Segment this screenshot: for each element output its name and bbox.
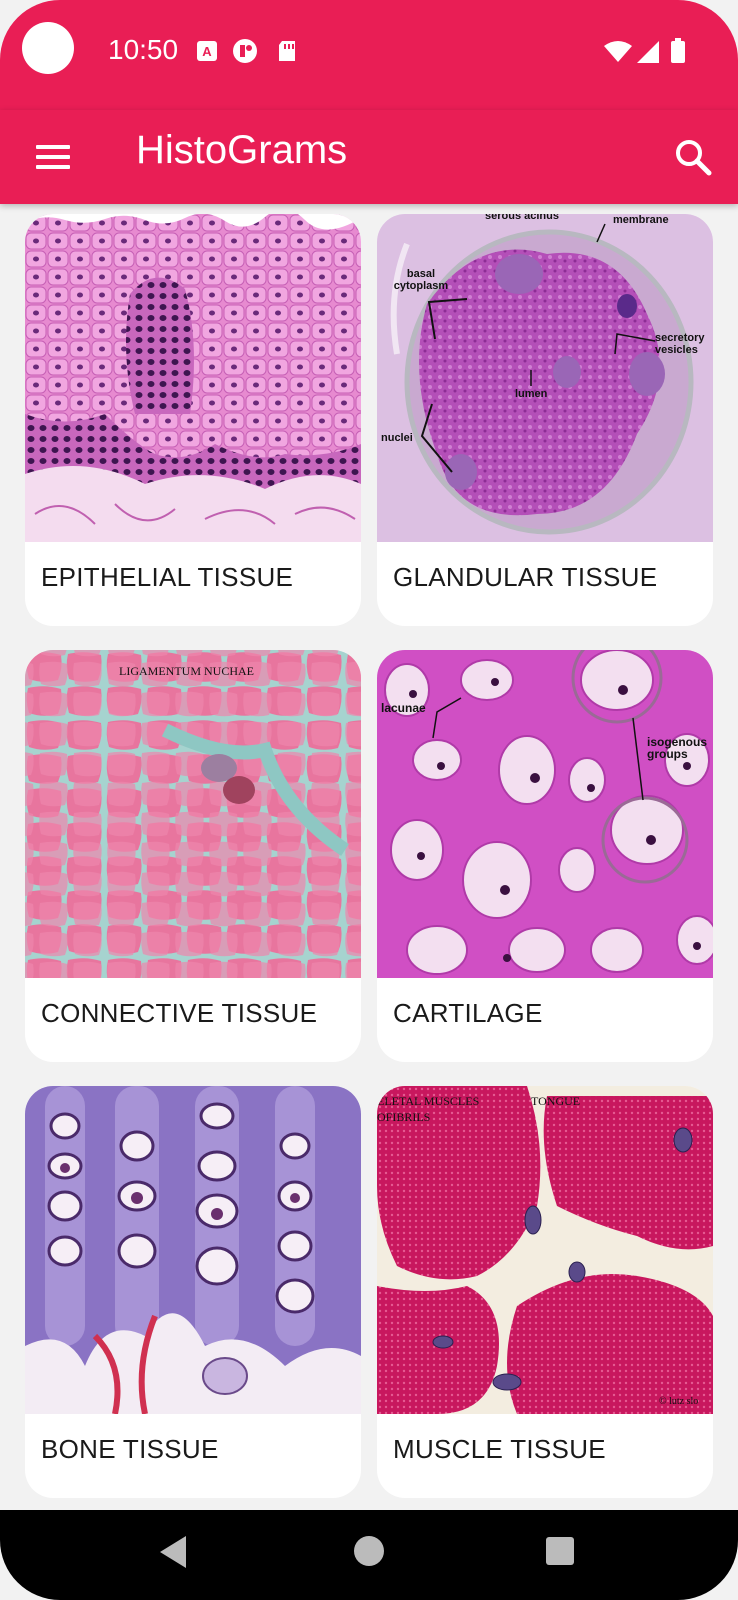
card-label: EPITHELIAL TISSUE bbox=[41, 562, 294, 592]
connective-tissue-image: LIGAMENTUM NUCHAE bbox=[25, 650, 361, 978]
annotation-secretory-vesicles: secretory vesicles bbox=[655, 332, 705, 356]
system-nav-bar bbox=[0, 1510, 738, 1600]
annotation-copyright: © lutz slo bbox=[659, 1396, 699, 1407]
hamburger-menu-icon[interactable] bbox=[28, 132, 78, 182]
recents-square-icon[interactable] bbox=[546, 1537, 574, 1565]
card-label: MUSCLE TISSUE bbox=[393, 1434, 606, 1464]
status-bar: 10:50 A bbox=[0, 0, 738, 110]
annotation-lumen: lumen bbox=[515, 388, 548, 400]
card-label: CARTILAGE bbox=[393, 998, 543, 1028]
tissue-card-connective[interactable]: LIGAMENTUM NUCHAE CONNECTIVE TISSUE bbox=[25, 650, 361, 1062]
wifi-icon bbox=[604, 41, 632, 62]
signal-icon bbox=[637, 41, 659, 63]
app-title: HistoGrams bbox=[136, 128, 348, 172]
card-label: GLANDULAR TISSUE bbox=[393, 562, 658, 592]
annotation-lacunae: lacunae bbox=[381, 701, 426, 715]
home-circle-icon[interactable] bbox=[354, 1536, 384, 1566]
annotation-tongue: TONGUE bbox=[531, 1094, 581, 1108]
camera-cutout bbox=[22, 22, 74, 74]
annotation-nuclei: nuclei bbox=[381, 432, 413, 444]
tissue-card-cartilage[interactable]: lacunae isogenous groups CARTILAGE bbox=[377, 650, 713, 1062]
card-label: CONNECTIVE TISSUE bbox=[41, 998, 318, 1028]
battery-icon bbox=[671, 38, 685, 63]
back-triangle-icon[interactable] bbox=[160, 1536, 186, 1568]
tissue-card-bone[interactable]: BONE TISSUE bbox=[25, 1086, 361, 1498]
cartilage-image: lacunae isogenous groups bbox=[377, 650, 713, 978]
annotation-ligamentum-nuchae: LIGAMENTUM NUCHAE bbox=[119, 664, 254, 678]
annotation-membrane: membrane bbox=[613, 214, 669, 226]
sd-card-icon bbox=[279, 41, 295, 61]
annotation-isogenous-groups: isogenous groups bbox=[647, 735, 708, 761]
status-time: 10:50 bbox=[108, 34, 179, 65]
tissue-card-glandular[interactable]: serous acinus membrane basal cytoplasm s… bbox=[377, 214, 713, 626]
annotation-eletal-muscles: ELETAL MUSCLES bbox=[377, 1094, 480, 1108]
annotation-ofibrils: OFIBRILS bbox=[377, 1110, 431, 1124]
svg-text:A: A bbox=[202, 44, 212, 59]
app-bar: HistoGrams bbox=[0, 110, 738, 204]
tissue-card-epithelial[interactable]: EPITHELIAL TISSUE bbox=[25, 214, 361, 626]
tissue-card-muscle[interactable]: ELETAL MUSCLES OFIBRILS TONGUE © lutz sl… bbox=[377, 1086, 713, 1498]
app-notification-icon bbox=[233, 39, 257, 63]
card-label: BONE TISSUE bbox=[41, 1434, 219, 1464]
a-notification-icon: A bbox=[197, 41, 217, 61]
epithelial-tissue-image bbox=[25, 214, 361, 542]
annotation-serous-acinus: serous acinus bbox=[485, 214, 559, 222]
glandular-tissue-image: serous acinus membrane basal cytoplasm s… bbox=[377, 214, 713, 542]
bone-tissue-image bbox=[25, 1086, 361, 1414]
annotation-basal-cytoplasm: basal cytoplasm bbox=[393, 268, 449, 292]
muscle-tissue-image: ELETAL MUSCLES OFIBRILS TONGUE © lutz sl… bbox=[377, 1086, 713, 1414]
search-icon[interactable] bbox=[668, 132, 718, 182]
